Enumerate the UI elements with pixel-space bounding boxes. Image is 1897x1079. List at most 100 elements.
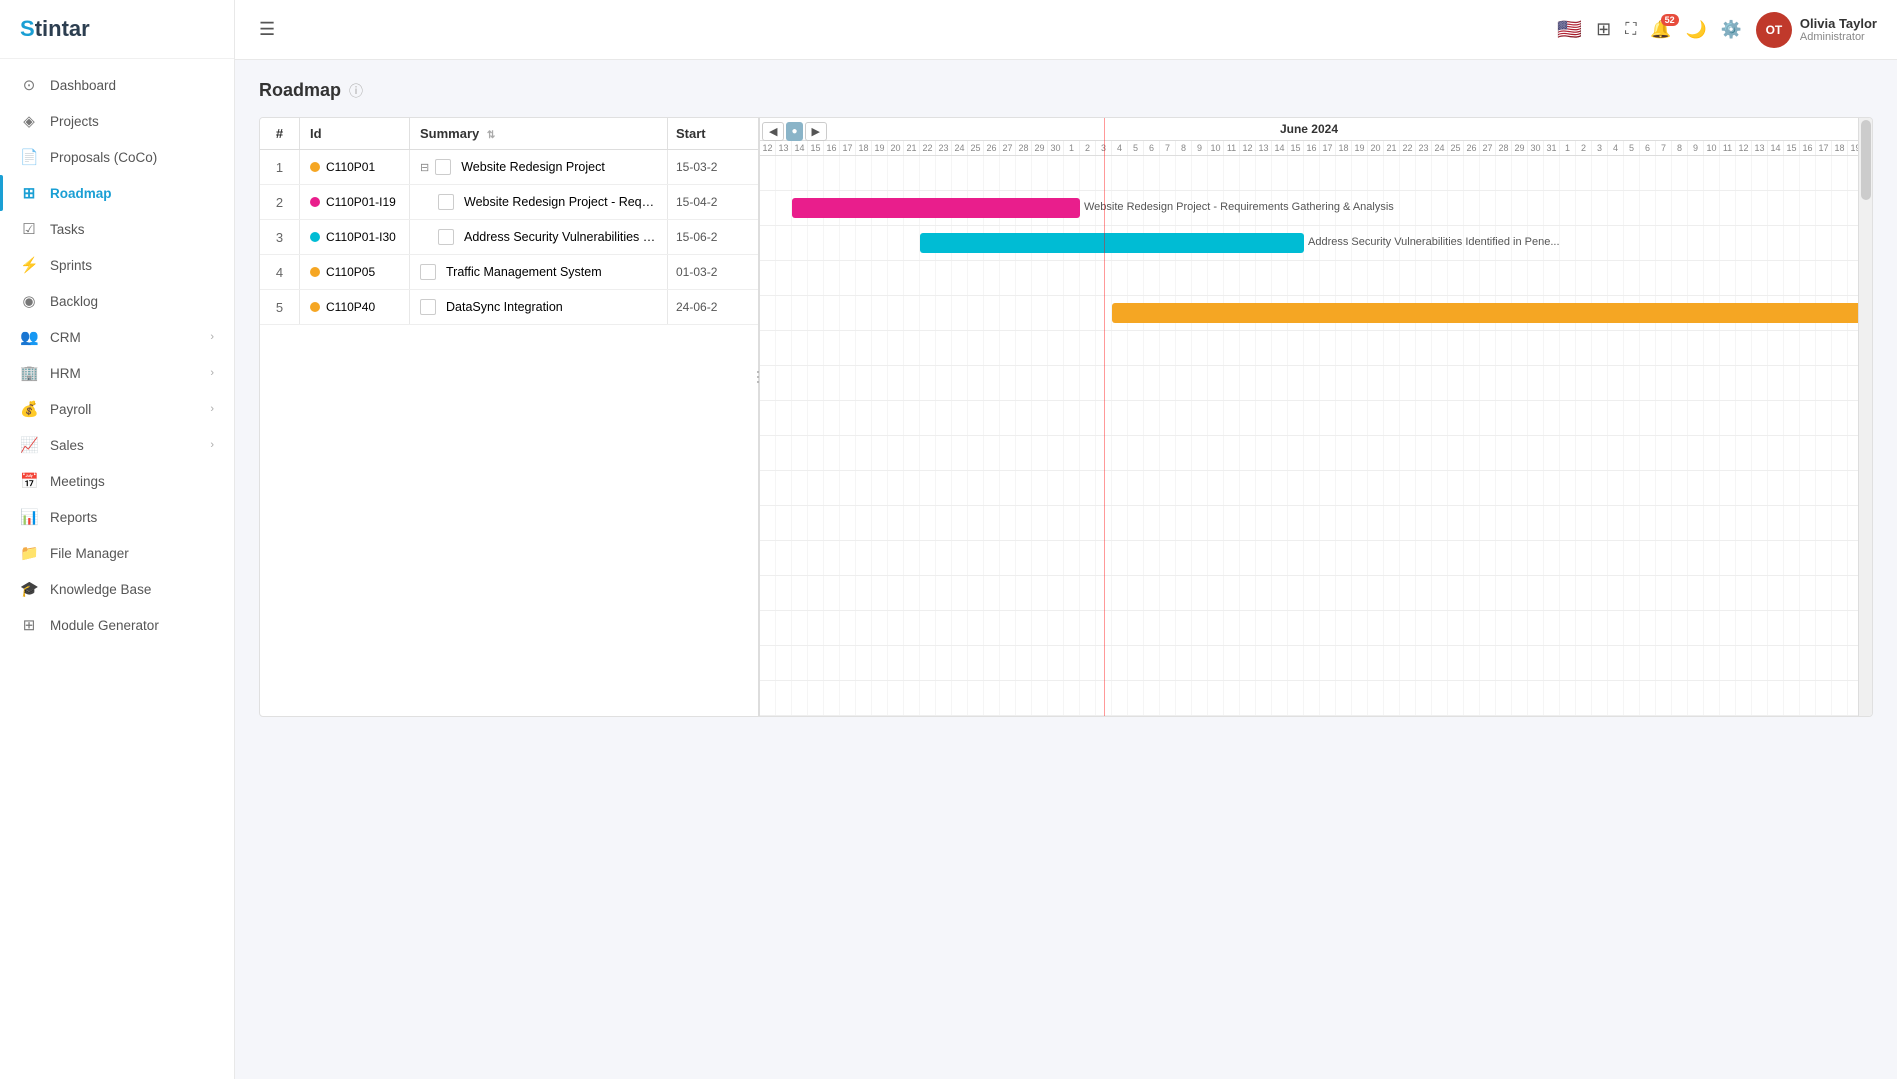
gantt-bar[interactable] bbox=[920, 233, 1304, 253]
hamburger-icon[interactable]: ☰ bbox=[255, 15, 279, 44]
gantt-day-bg bbox=[808, 226, 824, 260]
checkbox-2[interactable] bbox=[438, 229, 454, 245]
grid-icon[interactable]: ⊞ bbox=[1596, 19, 1611, 40]
gantt-day-bg bbox=[808, 331, 824, 365]
gantt-day-bg bbox=[1480, 366, 1496, 400]
info-icon[interactable]: ⓘ bbox=[349, 81, 363, 101]
summary-text-2: Address Security Vulnerabilities Identif… bbox=[464, 230, 657, 244]
gantt-today-btn[interactable]: ● bbox=[786, 122, 802, 141]
sidebar-item-projects[interactable]: ◈ Projects bbox=[0, 103, 234, 139]
table-row[interactable]: 2 C110P01-I19 Website Redesign Project -… bbox=[260, 185, 758, 220]
gantt-day-bg bbox=[1576, 506, 1592, 540]
scrollbar[interactable] bbox=[1858, 118, 1872, 716]
gantt-day-bg bbox=[1800, 331, 1816, 365]
sidebar-item-meetings[interactable]: 📅 Meetings bbox=[0, 463, 234, 499]
sidebar-item-sales[interactable]: 📈 Sales › bbox=[0, 427, 234, 463]
sidebar-item-hrm[interactable]: 🏢 HRM › bbox=[0, 355, 234, 391]
sidebar-item-roadmap[interactable]: ⊞ Roadmap bbox=[0, 175, 234, 211]
gantt-day-bg bbox=[872, 681, 888, 715]
gantt-next-btn[interactable]: ▶ bbox=[805, 122, 827, 141]
dot-1 bbox=[310, 197, 320, 207]
resize-handle[interactable] bbox=[754, 357, 762, 397]
sidebar-item-knowledge-base[interactable]: 🎓 Knowledge Base bbox=[0, 571, 234, 607]
gantt-day-bg bbox=[1592, 191, 1608, 225]
gantt-day-bg bbox=[1592, 366, 1608, 400]
gantt-day-bg bbox=[936, 471, 952, 505]
cell-id-0: C110P01 bbox=[300, 150, 410, 184]
gantt-day-bg bbox=[1496, 156, 1512, 190]
sidebar-item-backlog[interactable]: ◉ Backlog bbox=[0, 283, 234, 319]
gantt-day-bg bbox=[1192, 366, 1208, 400]
expand-icon-0[interactable]: ⊟ bbox=[420, 161, 429, 174]
table-row[interactable]: 1 C110P01 ⊟ Website Redesign Project 15-… bbox=[260, 150, 758, 185]
layout-icon[interactable]: ⛶ bbox=[1625, 21, 1636, 39]
nav-label-crm: CRM bbox=[50, 330, 81, 345]
sidebar-item-proposals[interactable]: 📄 Proposals (CoCo) bbox=[0, 139, 234, 175]
gantt-day-bg bbox=[1400, 681, 1416, 715]
gantt-day-bg bbox=[1768, 226, 1784, 260]
gantt-day-bg bbox=[1736, 681, 1752, 715]
day-label: 13 bbox=[776, 141, 792, 155]
gantt-day-bg bbox=[1704, 611, 1720, 645]
sidebar-item-tasks[interactable]: ☑ Tasks bbox=[0, 211, 234, 247]
scroll-thumb[interactable] bbox=[1861, 120, 1871, 200]
flag-icon[interactable]: 🇺🇸 bbox=[1557, 17, 1582, 42]
gantt-day-bg bbox=[1080, 366, 1096, 400]
user-profile[interactable]: OT Olivia Taylor Administrator bbox=[1756, 12, 1877, 48]
nav-label-module-generator: Module Generator bbox=[50, 618, 159, 633]
gantt-day-bg bbox=[1464, 261, 1480, 295]
gantt-day-bg bbox=[1624, 226, 1640, 260]
sort-icon[interactable]: ⇅ bbox=[487, 130, 495, 141]
gantt-day-bg bbox=[1704, 331, 1720, 365]
day-label: 2 bbox=[1576, 141, 1592, 155]
gantt-day-bg bbox=[1224, 681, 1240, 715]
moon-icon[interactable]: 🌙 bbox=[1686, 20, 1707, 40]
settings-icon[interactable]: ⚙️ bbox=[1721, 20, 1742, 40]
checkbox-4[interactable] bbox=[420, 299, 436, 315]
sidebar-item-reports[interactable]: 📊 Reports bbox=[0, 499, 234, 535]
gantt-day-bg bbox=[1288, 576, 1304, 610]
sidebar-item-file-manager[interactable]: 📁 File Manager bbox=[0, 535, 234, 571]
gantt-day-bg bbox=[1816, 366, 1832, 400]
gantt-day-bg bbox=[1816, 541, 1832, 575]
gantt-bar[interactable] bbox=[792, 198, 1080, 218]
gantt-day-bg bbox=[792, 401, 808, 435]
sidebar-item-payroll[interactable]: 💰 Payroll › bbox=[0, 391, 234, 427]
gantt-day-bg bbox=[776, 226, 792, 260]
gantt-day-bg bbox=[1768, 576, 1784, 610]
gantt-day-bg bbox=[1144, 156, 1160, 190]
sidebar-item-sprints[interactable]: ⚡ Sprints bbox=[0, 247, 234, 283]
sidebar-item-module-generator[interactable]: ⊞ Module Generator bbox=[0, 607, 234, 643]
table-row[interactable]: 4 C110P05 Traffic Management System 01-0… bbox=[260, 255, 758, 290]
gantt-day-bg bbox=[1496, 436, 1512, 470]
gantt-day-bg bbox=[1752, 366, 1768, 400]
gantt-day-bg bbox=[1272, 541, 1288, 575]
gantt-day-bg bbox=[1176, 611, 1192, 645]
gantt-day-bg bbox=[984, 331, 1000, 365]
gantt-day-bg bbox=[952, 576, 968, 610]
sidebar-item-dashboard[interactable]: ⊙ Dashboard bbox=[0, 67, 234, 103]
table-row[interactable]: 5 C110P40 DataSync Integration 24-06-2 bbox=[260, 290, 758, 325]
gantt-prev-btn[interactable]: ◀ bbox=[762, 122, 784, 141]
notification-icon[interactable]: 🔔 52 bbox=[1650, 20, 1671, 40]
gantt-bar[interactable] bbox=[1112, 303, 1858, 323]
sidebar-item-crm[interactable]: 👥 CRM › bbox=[0, 319, 234, 355]
gantt-day-bg bbox=[1272, 646, 1288, 680]
nav-label-hrm: HRM bbox=[50, 366, 81, 381]
gantt-day-bg bbox=[1384, 646, 1400, 680]
gantt-day-bg bbox=[1816, 646, 1832, 680]
checkbox-1[interactable] bbox=[438, 194, 454, 210]
day-label: 19 bbox=[1352, 141, 1368, 155]
table-row[interactable]: 3 C110P01-I30 Address Security Vulnerabi… bbox=[260, 220, 758, 255]
gantt-day-bg bbox=[1656, 541, 1672, 575]
gantt-day-bg bbox=[1128, 331, 1144, 365]
checkbox-0[interactable] bbox=[435, 159, 451, 175]
gantt-day-bg bbox=[1432, 646, 1448, 680]
gantt-day-bg bbox=[968, 576, 984, 610]
gantt-day-bg bbox=[1400, 261, 1416, 295]
gantt-day-bg bbox=[856, 296, 872, 330]
gantt-day-bg bbox=[1016, 611, 1032, 645]
gantt-day-bg bbox=[1256, 611, 1272, 645]
checkbox-3[interactable] bbox=[420, 264, 436, 280]
nav-label-dashboard: Dashboard bbox=[50, 78, 116, 93]
